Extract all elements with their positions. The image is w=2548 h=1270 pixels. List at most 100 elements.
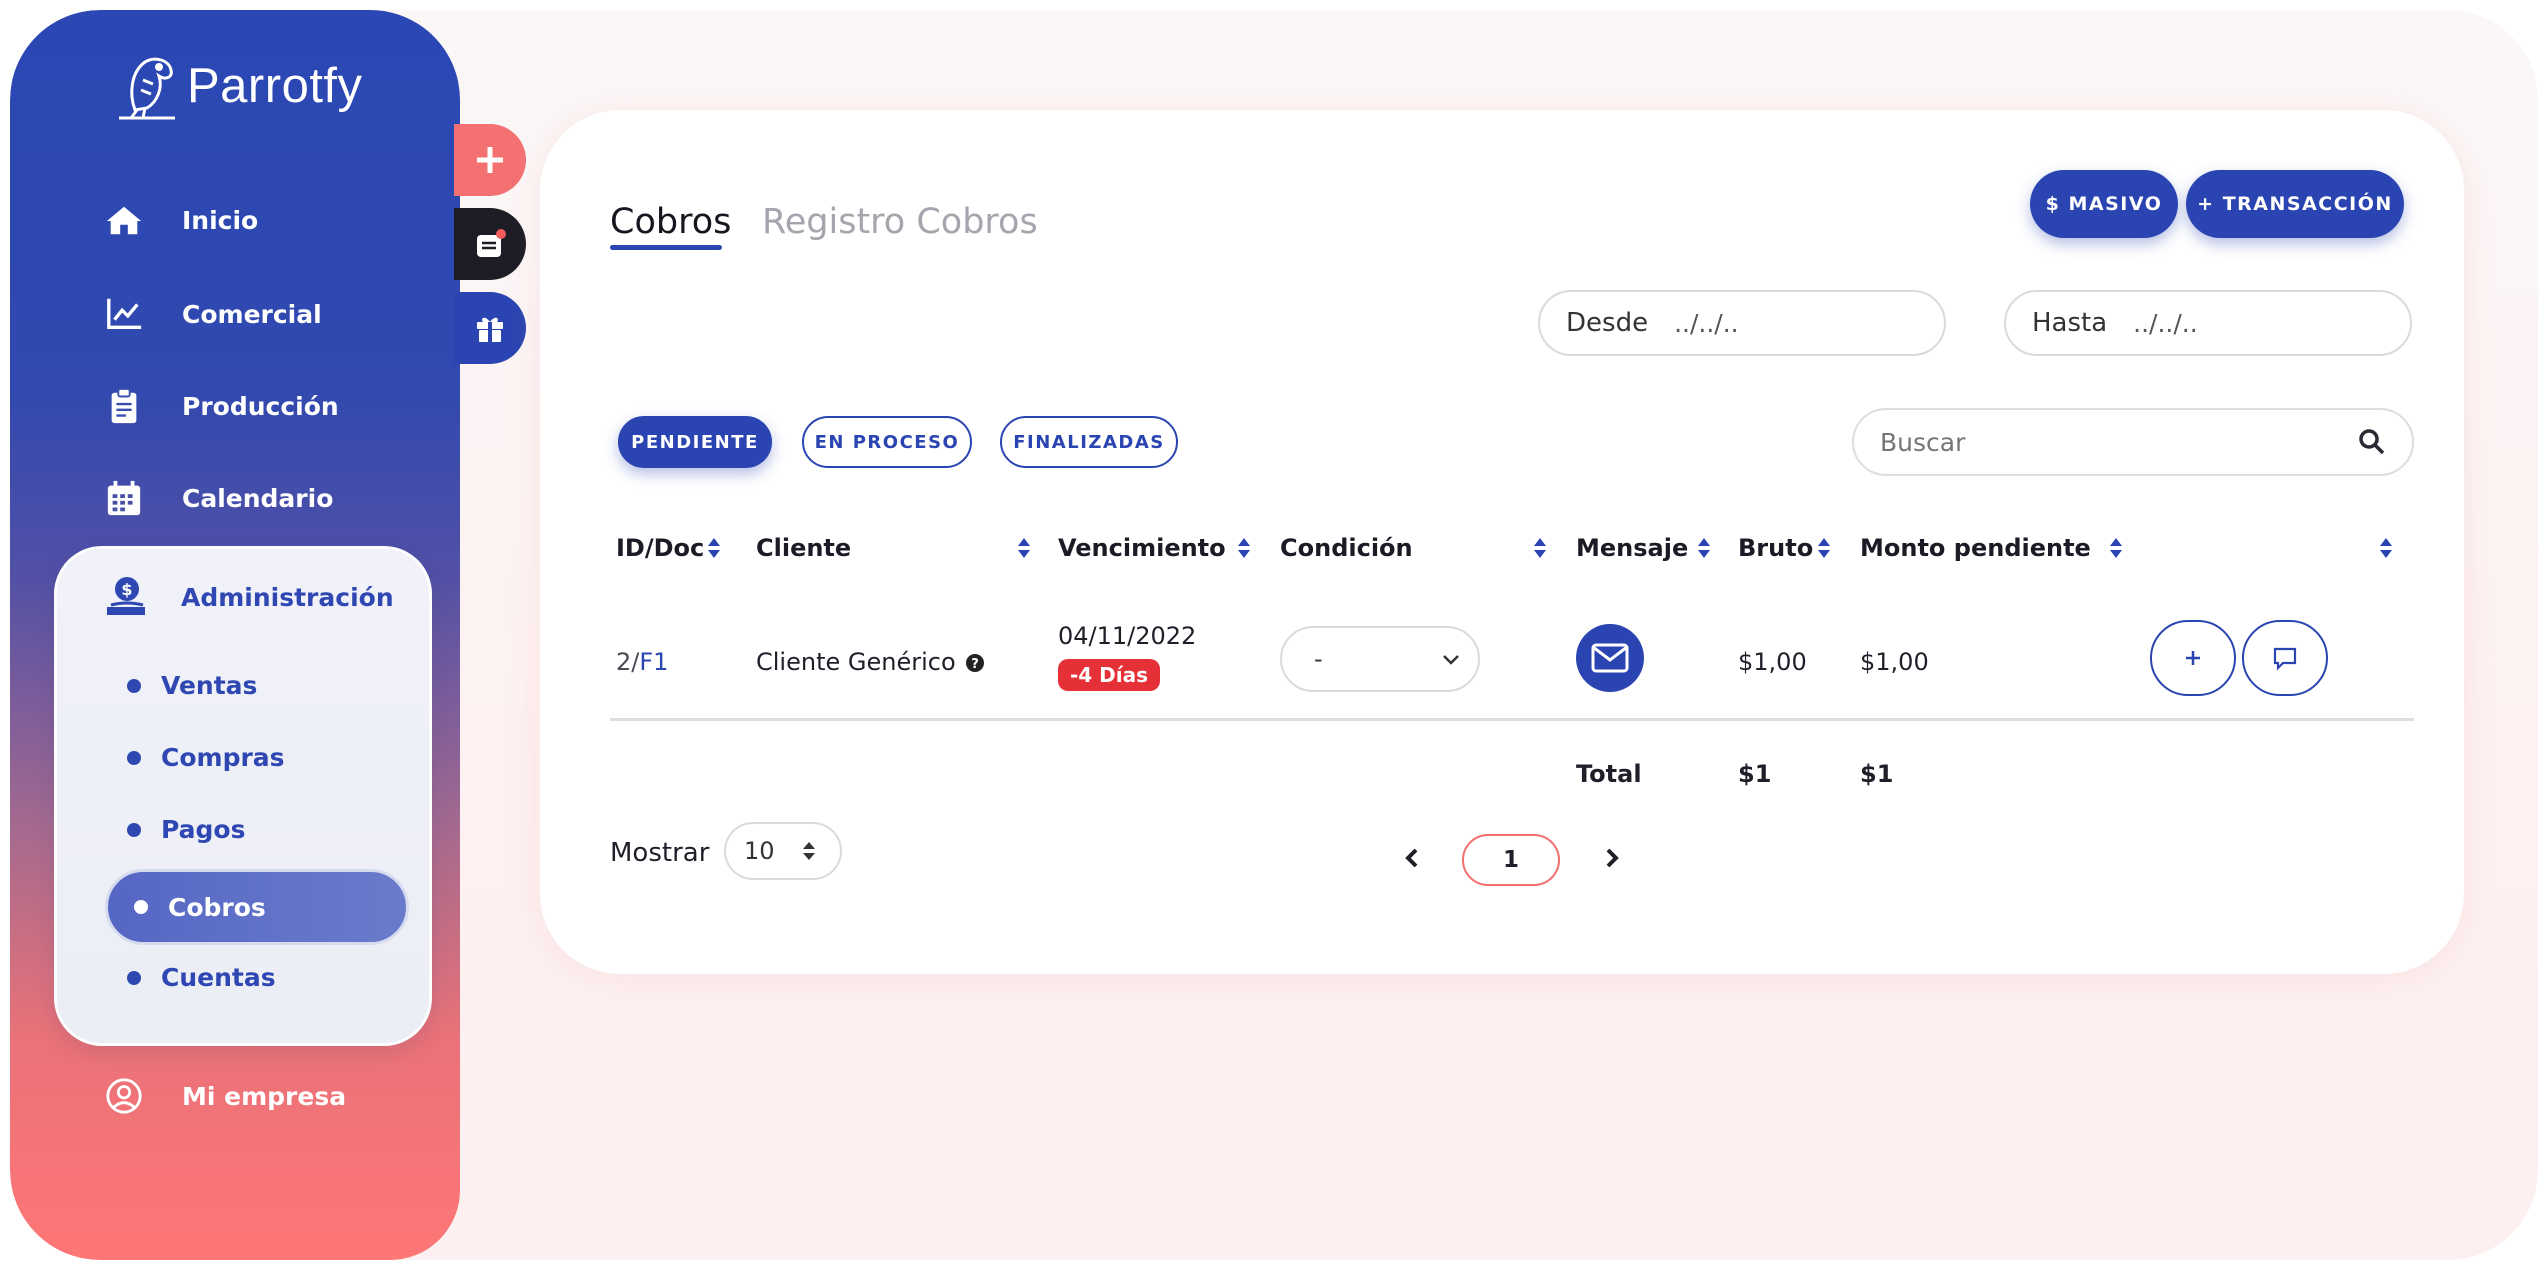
masivo-button[interactable]: $ MASIVO bbox=[2030, 170, 2178, 238]
sidebar-item-administracion[interactable]: $ Administración bbox=[105, 575, 394, 619]
admin-label: Administración bbox=[181, 582, 394, 612]
column-header-mensaje[interactable]: Mensaje bbox=[1576, 534, 1688, 562]
sidebar-item-comercial[interactable]: Comercial bbox=[102, 292, 322, 336]
page-size-label: Mostrar bbox=[610, 838, 710, 868]
search-input[interactable] bbox=[1880, 427, 2358, 457]
row-vencimiento: 04/11/2022 bbox=[1058, 622, 1197, 650]
sidebar-subitem-cuentas[interactable]: Cuentas bbox=[127, 963, 276, 992]
sidebar-subitem-ventas[interactable]: Ventas bbox=[127, 671, 257, 700]
envelope-icon bbox=[1591, 643, 1629, 673]
total-bruto: $1 bbox=[1738, 760, 1772, 788]
sidebar-item-label: Calendario bbox=[182, 483, 334, 513]
prev-page-icon[interactable] bbox=[1400, 846, 1424, 870]
sort-icon[interactable] bbox=[1016, 536, 1032, 560]
main-card: Cobros Registro Cobros $ MASIVO + TRANSA… bbox=[540, 110, 2464, 974]
admin-submenu: $ Administración Ventas Compras Pagos Co… bbox=[54, 546, 432, 1046]
column-header-vencimiento[interactable]: Vencimiento bbox=[1058, 534, 1226, 562]
money-hand-icon: $ bbox=[107, 577, 145, 615]
send-message-button[interactable] bbox=[1576, 624, 1644, 692]
brand-logo[interactable]: Parrotfy bbox=[113, 50, 363, 122]
sidebar-item-mi-empresa[interactable]: Mi empresa bbox=[102, 1074, 346, 1118]
row-id: 2/ bbox=[616, 648, 640, 676]
desde-date-field[interactable]: Desde ../../.. bbox=[1538, 290, 1946, 356]
gift-icon bbox=[477, 317, 503, 342]
chevron-down-icon bbox=[1443, 655, 1459, 665]
page-size-select[interactable]: 10 bbox=[724, 822, 842, 880]
sidebar-item-label: Comercial bbox=[182, 299, 322, 329]
column-header-cliente[interactable]: Cliente bbox=[756, 534, 851, 562]
help-icon[interactable]: ? bbox=[965, 653, 985, 673]
search-icon[interactable] bbox=[2358, 428, 2386, 456]
app-window: Parrotfy Inicio Comercial Producción Cal bbox=[10, 10, 2538, 1260]
total-label: Total bbox=[1576, 760, 1642, 788]
plus-icon bbox=[477, 147, 503, 173]
row-bruto: $1,00 bbox=[1738, 648, 1807, 676]
sort-icon[interactable] bbox=[2108, 536, 2124, 560]
comment-icon bbox=[2273, 647, 2297, 671]
sort-icon bbox=[803, 842, 815, 860]
bullet-icon bbox=[127, 678, 141, 693]
bullet-icon bbox=[134, 900, 148, 914]
calendar-icon bbox=[102, 476, 146, 520]
next-page-icon[interactable] bbox=[1600, 846, 1624, 870]
total-monto-pendiente: $1 bbox=[1860, 760, 1894, 788]
gift-button[interactable] bbox=[454, 292, 526, 364]
add-transaction-button[interactable]: + TRANSACCIÓN bbox=[2186, 170, 2404, 238]
bullet-icon bbox=[127, 750, 141, 765]
hasta-label: Hasta bbox=[2032, 308, 2108, 338]
parrot-logo-icon bbox=[119, 57, 175, 120]
sidebar-item-label: Inicio bbox=[182, 205, 259, 235]
notifications-button[interactable] bbox=[454, 208, 526, 280]
column-header-condicion[interactable]: Condición bbox=[1280, 534, 1413, 562]
overdue-badge: -4 Días bbox=[1058, 659, 1161, 691]
sidebar-item-inicio[interactable]: Inicio bbox=[102, 198, 258, 242]
sidebar: Parrotfy Inicio Comercial Producción Cal bbox=[10, 10, 460, 1260]
hasta-value: ../../.. bbox=[2133, 308, 2198, 338]
row-doc-link[interactable]: F1 bbox=[639, 648, 668, 676]
sidebar-item-calendario[interactable]: Calendario bbox=[102, 476, 333, 520]
add-payment-button[interactable] bbox=[2150, 620, 2236, 696]
notification-inbox-icon bbox=[477, 229, 506, 257]
sort-icon[interactable] bbox=[1696, 536, 1712, 560]
user-circle-icon bbox=[102, 1074, 146, 1118]
tab-registro-cobros[interactable]: Registro Cobros bbox=[762, 202, 1038, 242]
sort-icon[interactable] bbox=[1236, 536, 1252, 560]
search-box bbox=[1852, 408, 2414, 476]
sort-icon[interactable] bbox=[1532, 536, 1548, 560]
page-size-value: 10 bbox=[744, 837, 775, 865]
tab-active-indicator bbox=[610, 245, 722, 250]
sidebar-subitem-pagos[interactable]: Pagos bbox=[127, 815, 245, 844]
row-cliente-name: Cliente Genérico bbox=[756, 648, 956, 676]
sort-icon[interactable] bbox=[706, 536, 722, 560]
svg-text:?: ? bbox=[972, 657, 980, 672]
subitem-label: Cuentas bbox=[161, 963, 276, 992]
sidebar-subitem-compras[interactable]: Compras bbox=[127, 743, 285, 772]
brand-name: Parrotfy bbox=[187, 59, 363, 113]
comment-button[interactable] bbox=[2242, 620, 2328, 696]
subitem-label: Compras bbox=[161, 743, 285, 772]
sort-icon[interactable] bbox=[1816, 536, 1832, 560]
column-header-monto-pendiente[interactable]: Monto pendiente bbox=[1860, 534, 2091, 562]
sort-icon[interactable] bbox=[2378, 536, 2394, 560]
condicion-value: - bbox=[1314, 645, 1323, 673]
column-header-bruto[interactable]: Bruto bbox=[1738, 534, 1813, 562]
condicion-select[interactable]: - bbox=[1280, 626, 1480, 692]
subitem-label: Pagos bbox=[161, 815, 246, 844]
column-header-id-doc[interactable]: ID/Doc bbox=[616, 534, 704, 562]
row-monto-pendiente: $1,00 bbox=[1860, 648, 1929, 676]
filter-finalizadas-button[interactable]: FINALIZADAS bbox=[1000, 416, 1178, 468]
subitem-label: Cobros bbox=[168, 892, 266, 922]
sidebar-subitem-cobros[interactable]: Cobros bbox=[105, 869, 409, 945]
hasta-date-field[interactable]: Hasta ../../.. bbox=[2004, 290, 2412, 356]
quick-add-button[interactable] bbox=[454, 124, 526, 196]
chart-line-icon bbox=[102, 292, 146, 336]
subitem-label: Ventas bbox=[161, 671, 258, 700]
table-divider bbox=[610, 718, 2414, 721]
row-id-doc[interactable]: 2/F1 bbox=[616, 648, 668, 676]
sidebar-item-produccion[interactable]: Producción bbox=[102, 384, 339, 428]
desde-label: Desde bbox=[1566, 308, 1649, 338]
filter-en-proceso-button[interactable]: EN PROCESO bbox=[802, 416, 972, 468]
tab-cobros[interactable]: Cobros bbox=[610, 202, 731, 242]
filter-pendiente-button[interactable]: PENDIENTE bbox=[618, 416, 772, 468]
page-number-button[interactable]: 1 bbox=[1462, 834, 1560, 886]
